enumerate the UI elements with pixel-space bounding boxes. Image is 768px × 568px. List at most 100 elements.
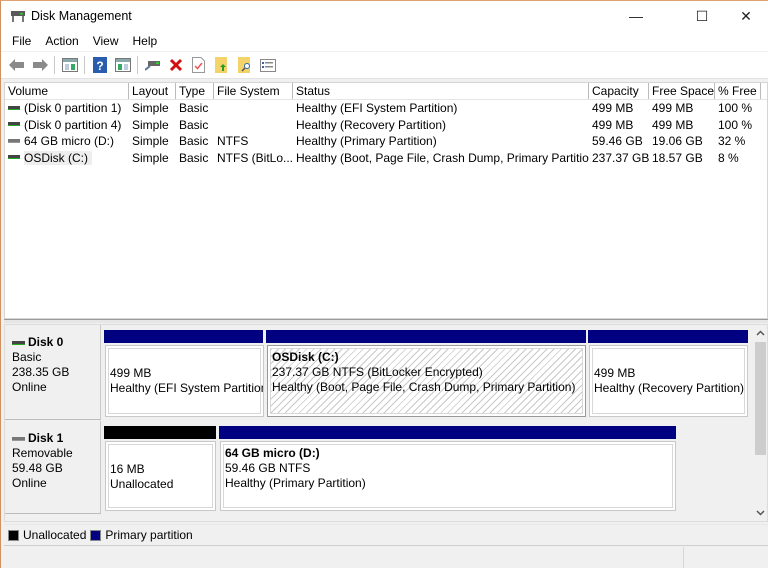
action-pane-icon [114, 58, 131, 72]
disk-management-app-icon [10, 10, 26, 23]
folder-up-icon [214, 57, 227, 73]
partition-title: OSDisk (C:) [272, 350, 339, 364]
volume-row-selected[interactable]: OSDisk (C:) Simple Basic NTFS (BitLo... … [5, 150, 767, 167]
volume-free-space: 499 MB [652, 101, 694, 115]
volume-capacity: 237.37 GB [592, 150, 649, 165]
pane-splitter[interactable] [4, 319, 768, 323]
volume-status: Healthy (EFI System Partition) [296, 101, 458, 115]
scroll-down-button[interactable] [752, 505, 767, 521]
partition-color-bar [588, 330, 748, 343]
window-title: Disk Management [31, 9, 132, 23]
toolbar-separator [54, 56, 55, 74]
column-header-status[interactable]: Status [293, 83, 589, 99]
partition-unallocated[interactable]: 16 MB Unallocated [104, 426, 217, 511]
show-hide-action-pane-button[interactable] [113, 55, 133, 75]
column-header-free-space[interactable]: Free Space [649, 83, 715, 99]
delete-button[interactable] [166, 55, 186, 75]
volume-layout: Simple [132, 150, 169, 165]
disk-0-info[interactable]: Disk 0 Basic 238.35 GB Online [5, 325, 101, 420]
legend-label: Primary partition [105, 528, 193, 542]
volume-row[interactable]: (Disk 0 partition 1) Simple Basic Health… [5, 100, 767, 117]
show-hide-console-tree-button[interactable] [60, 55, 80, 75]
partition-efi[interactable]: 499 MB Healthy (EFI System Partition) [104, 330, 265, 417]
volume-file-system: NTFS [217, 134, 249, 148]
partition-color-bar [104, 330, 263, 343]
volume-row[interactable]: (Disk 0 partition 4) Simple Basic Health… [5, 117, 767, 134]
volume-type: Basic [179, 150, 209, 165]
properties-icon [192, 57, 205, 73]
partition-title: 64 GB micro (D:) [225, 446, 320, 460]
volume-type: Basic [179, 117, 209, 132]
graph-pane-scrollbar[interactable] [752, 325, 767, 521]
forward-button[interactable] [30, 55, 50, 75]
column-header-percent-free[interactable]: % Free [715, 83, 761, 99]
disk-state: Online [12, 380, 47, 394]
disk-icon [12, 340, 25, 345]
column-header-capacity[interactable]: Capacity [589, 83, 649, 99]
status-bar-pane [685, 547, 768, 568]
volume-free-space: 18.57 GB [652, 150, 703, 165]
volume-row[interactable]: 64 GB micro (D:) Simple Basic NTFS Healt… [5, 133, 767, 150]
volume-capacity: 499 MB [592, 117, 634, 132]
toolbar-separator [84, 56, 85, 74]
volume-status: Healthy (Recovery Partition) [296, 117, 447, 132]
column-header-layout[interactable]: Layout [129, 83, 176, 99]
volume-file-system: NTFS (BitLo... [217, 150, 293, 165]
legend-swatch-primary [90, 529, 102, 541]
properties-button[interactable] [189, 55, 209, 75]
toolbar-separator [137, 56, 138, 74]
partition-64gb-micro-d[interactable]: 64 GB micro (D:) 59.46 GB NTFS Healthy (… [219, 426, 677, 511]
minimize-button[interactable]: — [613, 1, 659, 31]
legend-item-unallocated: Unallocated [8, 528, 86, 542]
partition-status: Healthy (EFI System Partition) [110, 381, 264, 395]
status-bar-pane [1, 547, 684, 568]
volume-capacity: 499 MB [592, 101, 634, 115]
disk-size: 59.48 GB [12, 461, 63, 475]
volume-name: (Disk 0 partition 4) [24, 117, 122, 132]
disk-size: 238.35 GB [12, 365, 70, 379]
chevron-down-icon [755, 510, 765, 516]
partition-size: 499 MB [110, 366, 152, 380]
volume-name: 64 GB micro (D:) [24, 134, 115, 148]
column-header-type[interactable]: Type [176, 83, 214, 99]
connect-drive-button[interactable] [143, 55, 163, 75]
menu-action[interactable]: Action [38, 31, 85, 51]
disk-state: Online [12, 476, 47, 490]
volume-name: (Disk 0 partition 1) [24, 101, 122, 115]
volume-layout: Simple [132, 134, 169, 148]
maximize-icon: ☐ [695, 7, 709, 24]
volume-file-system [214, 100, 293, 117]
close-button[interactable]: ✕ [723, 1, 768, 31]
volume-icon [8, 138, 20, 143]
explore-button[interactable] [235, 55, 255, 75]
menu-help[interactable]: Help [126, 31, 165, 51]
open-button[interactable] [212, 55, 232, 75]
help-button[interactable]: ? [90, 55, 110, 75]
partition-recovery[interactable]: 499 MB Healthy (Recovery Partition) [588, 330, 749, 417]
column-header-file-system[interactable]: File System [214, 83, 293, 99]
volume-file-system [214, 117, 293, 134]
scroll-up-button[interactable] [752, 325, 767, 341]
disk-kind: Removable [12, 446, 73, 460]
list-view-icon [259, 58, 276, 72]
volume-status: Healthy (Primary Partition) [296, 134, 437, 148]
toolbar: ? [1, 52, 768, 79]
column-header-volume[interactable]: Volume [5, 83, 129, 99]
scrollbar-thumb[interactable] [755, 342, 766, 455]
back-button[interactable] [7, 55, 27, 75]
disk-graphical-view: Disk 0 Basic 238.35 GB Online 499 MB Hea… [4, 324, 768, 522]
volume-percent-free: 100 % [718, 117, 753, 132]
legend-label: Unallocated [23, 528, 87, 542]
legend: Unallocated Primary partition [4, 524, 768, 546]
menu-file[interactable]: File [5, 31, 38, 51]
disk-1-info[interactable]: Disk 1 Removable 59.48 GB Online [5, 421, 101, 514]
partition-osdisk-c[interactable]: OSDisk (C:) 237.37 GB NTFS (BitLocker En… [266, 330, 587, 417]
volume-free-space: 19.06 GB [652, 134, 703, 148]
volume-name: OSDisk (C:) [24, 150, 92, 165]
maximize-button[interactable]: ☐ [679, 1, 725, 31]
close-icon: ✕ [740, 7, 752, 24]
legend-swatch-unallocated [8, 529, 19, 541]
volume-type: Basic [179, 101, 209, 115]
menu-view[interactable]: View [86, 31, 126, 51]
list-view-button[interactable] [258, 55, 278, 75]
